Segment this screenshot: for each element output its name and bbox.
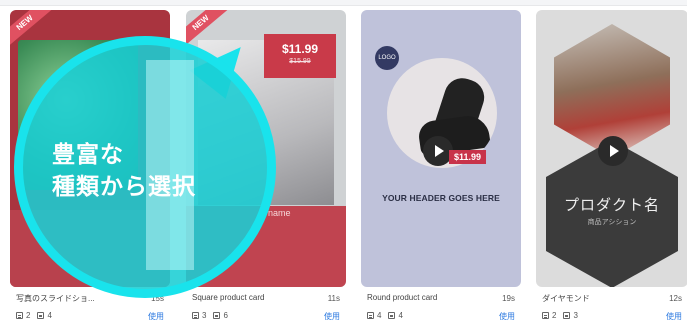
template-stats: 2 4 (16, 311, 52, 320)
play-icon[interactable] (598, 136, 628, 166)
image-layer-icon (37, 312, 45, 319)
image-count: 3 (573, 311, 578, 320)
image-count: 6 (223, 311, 228, 320)
template-duration: 11s (327, 294, 340, 303)
text-count: 4 (377, 311, 382, 320)
price: $11.99 (281, 42, 319, 56)
old-price: $15.99 (289, 58, 311, 65)
text-layer-icon (542, 312, 549, 319)
product-name: プロダクト名 (563, 197, 660, 214)
price-tag: $11.99 (449, 150, 487, 164)
image-layer-icon (388, 312, 396, 319)
image-layer-icon (563, 312, 571, 319)
use-template-button[interactable]: 使用 (148, 311, 164, 322)
template-duration: 12s (669, 294, 682, 303)
header-text: YOUR HEADER GOES HERE (382, 193, 500, 203)
text-layer-icon (367, 312, 374, 319)
template-stats: 4 4 (367, 311, 403, 320)
text-count: 3 (202, 311, 207, 320)
text-layer-icon (192, 312, 199, 319)
overlay-line-2: 種類から選択 (52, 173, 196, 199)
price-box: $11.99 $15.99 (264, 34, 336, 78)
template-stats: 3 6 (192, 311, 228, 320)
template-duration: 19s (502, 294, 515, 303)
overlay-line-1: 豊富な (52, 141, 124, 167)
template-title: ダイヤモンド (542, 294, 590, 303)
template-thumbnail[interactable]: LOGO $11.99 YOUR HEADER GOES HERE (361, 10, 521, 287)
image-layer-icon (213, 312, 221, 319)
use-template-button[interactable]: 使用 (499, 311, 515, 322)
template-card-round-product[interactable]: LOGO $11.99 YOUR HEADER GOES HERE Round … (361, 10, 521, 328)
product-name-text: name (268, 208, 291, 218)
template-card-diamond[interactable]: プロダクト名 商品アシション ダイヤモンド 12s 2 3 使用 (536, 10, 687, 328)
use-template-button[interactable]: 使用 (324, 311, 340, 322)
template-meta: Square product card 11s 3 6 使用 (186, 291, 346, 331)
image-count: 4 (398, 311, 403, 320)
text-count: 2 (26, 311, 31, 320)
overlay-caption: 豊富な 種類から選択 (52, 138, 196, 202)
template-title: Square product card (192, 293, 265, 302)
use-template-button[interactable]: 使用 (666, 311, 682, 322)
template-title: 写真のスライドショ... (16, 294, 95, 303)
template-thumbnail[interactable]: プロダクト名 商品アシション (536, 10, 687, 287)
template-stats: 2 3 (542, 311, 578, 320)
template-title: Round product card (367, 293, 438, 302)
text-count: 2 (552, 311, 557, 320)
image-count: 4 (47, 311, 52, 320)
template-meta: Round product card 19s 4 4 使用 (361, 291, 521, 331)
text-layer-icon (16, 312, 23, 319)
template-meta: ダイヤモンド 12s 2 3 使用 (536, 291, 687, 331)
product-subtitle: 商品アシション (587, 219, 637, 226)
logo-badge: LOGO (375, 46, 399, 70)
top-toolbar (0, 0, 687, 6)
